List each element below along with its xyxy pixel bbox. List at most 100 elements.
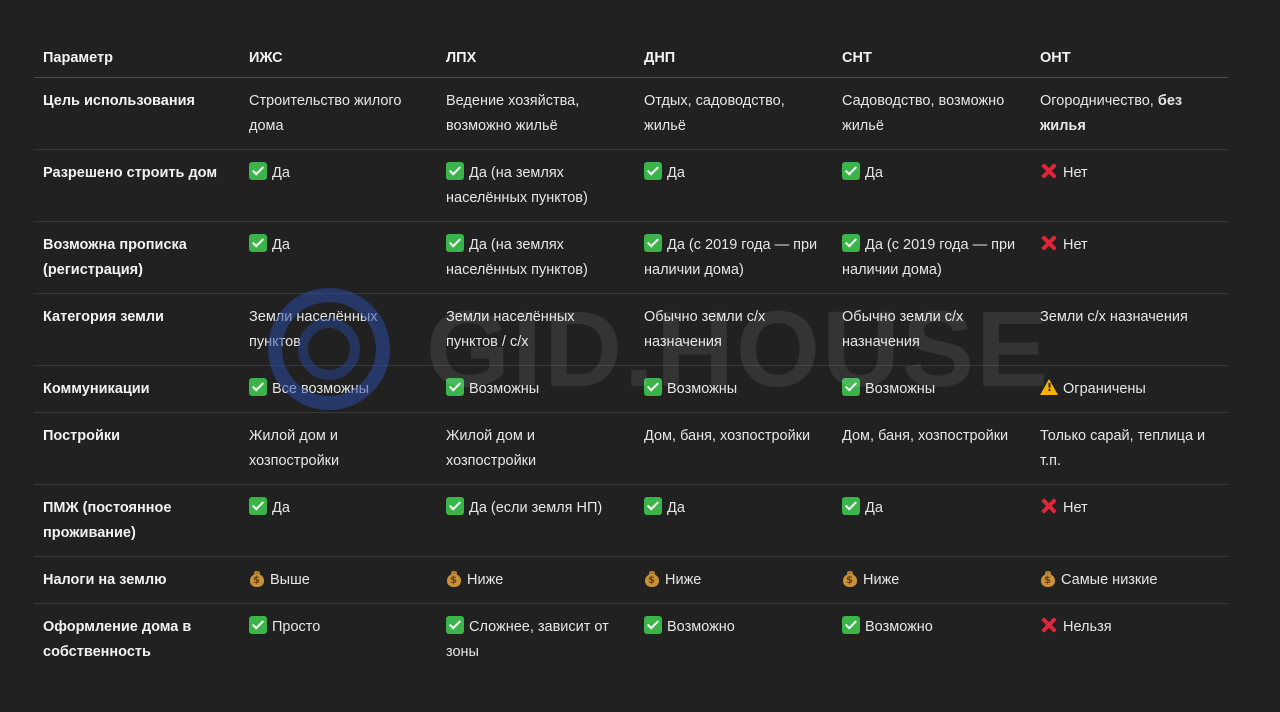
cell-text: Возможны xyxy=(865,381,936,397)
check-icon xyxy=(249,378,267,396)
cell-text: Нет xyxy=(1063,237,1088,253)
cell-text: Ниже xyxy=(467,572,504,588)
cell-izhs: Земли населённых пунктов xyxy=(240,293,437,366)
table-row: Цель использования Строительство жилого д… xyxy=(34,77,1228,150)
check-icon xyxy=(644,162,662,180)
header-cell-dnp: ДНП xyxy=(635,38,833,78)
cell-text: Нет xyxy=(1063,165,1088,181)
cell-text: Возможны xyxy=(469,381,540,397)
cell-text: Строительство жилого дома xyxy=(249,93,402,134)
row-parameter-label: ПМЖ (постоянное проживание) xyxy=(34,484,240,557)
cell-dnp: Обычно земли с/х назначения xyxy=(635,293,833,366)
table-row: Возможна прописка (регистрация) Да Да (на … xyxy=(34,221,1228,294)
cell-text: Ниже xyxy=(665,572,702,588)
header-row: Параметр ИЖС ЛПХ ДНП СНТ ОНТ xyxy=(34,38,1228,78)
check-icon xyxy=(644,234,662,252)
cell-snt: Возможны xyxy=(833,365,1031,413)
cell-text: Земли населённых пунктов xyxy=(249,309,378,350)
cell-izhs: Да xyxy=(240,221,437,294)
check-icon xyxy=(446,616,464,634)
comparison-table: Параметр ИЖС ЛПХ ДНП СНТ ОНТ Цель исполь… xyxy=(34,38,1228,675)
cell-text: Да xyxy=(272,500,290,516)
cell-text: Дом, баня, хозпостройки xyxy=(842,428,1009,444)
check-icon xyxy=(842,162,860,180)
cell-ont: Нельзя xyxy=(1031,604,1228,676)
row-parameter-label: Налоги на землю xyxy=(34,556,240,604)
row-parameter-label: Оформление дома в собственность xyxy=(43,619,192,660)
check-icon xyxy=(446,378,464,396)
cell-text: Да xyxy=(865,500,883,516)
header-cell-lph: ЛПХ xyxy=(437,38,635,78)
cell-text: Да (с 2019 года — при наличии дома) xyxy=(644,237,818,278)
cell-dnp: Отдых, садоводство, жильё xyxy=(635,77,833,150)
check-icon xyxy=(842,616,860,634)
check-icon xyxy=(842,234,860,252)
warning-icon xyxy=(1040,379,1058,395)
table-row: ПМЖ (постоянное проживание) Да Да (если зе… xyxy=(34,484,1228,557)
cell-text: Да (на землях населённых пунктов) xyxy=(446,237,588,278)
cross-icon xyxy=(1040,234,1058,252)
cell-text: Нельзя xyxy=(1063,619,1112,635)
table-row: Разрешено строить дом Да Да (на землях нас… xyxy=(34,149,1228,222)
cell-lph: Возможны xyxy=(437,365,635,413)
cell-dnp: Да xyxy=(635,484,833,557)
cell-text: Самые низкие xyxy=(1061,572,1158,588)
cell-text: Да xyxy=(667,500,685,516)
cell-text: Отдых, садоводство, жильё xyxy=(644,93,785,134)
cell-text: Ведение хозяйства, возможно жильё xyxy=(446,93,580,134)
cell-text: Только сарай, теплица и т.п. xyxy=(1040,428,1206,469)
cell-text: Ниже xyxy=(863,572,900,588)
cell-snt: Да (с 2019 года — при наличии дома) xyxy=(833,221,1031,294)
cell-text: Сложнее, зависит от зоны xyxy=(446,619,609,660)
cell-text: Да xyxy=(865,165,883,181)
check-icon xyxy=(446,162,464,180)
cell-text: Дом, баня, хозпостройки xyxy=(644,428,811,444)
cell-text: Да xyxy=(667,165,685,181)
cell-izhs: Все возможны xyxy=(240,365,437,413)
cell-text: Да xyxy=(272,165,290,181)
cell-lph: Да (на землях населённых пунктов) xyxy=(437,221,635,294)
row-parameter-label: Разрешено строить дом xyxy=(34,149,240,222)
money-bag-icon: $ xyxy=(842,570,858,587)
cell-izhs: $ Выше xyxy=(240,556,437,604)
cross-icon xyxy=(1040,616,1058,634)
row-parameter-label: Категория земли xyxy=(34,293,240,366)
cell-text: Просто xyxy=(272,619,321,635)
cell-text: Земли с/х назначения xyxy=(1040,309,1188,325)
cell-text: Выше xyxy=(270,572,310,588)
cell-dnp: Дом, баня, хозпостройки xyxy=(635,412,833,485)
money-bag-icon: $ xyxy=(249,570,265,587)
cell-dnp: $ Ниже xyxy=(635,556,833,604)
money-bag-icon: $ xyxy=(1040,570,1056,587)
cell-lph: Да (если земля НП) xyxy=(437,484,635,557)
cell-text: Возможно xyxy=(865,619,933,635)
check-icon xyxy=(446,234,464,252)
cell-lph: Сложнее, зависит от зоны xyxy=(437,604,635,676)
cell-text: Обычно земли с/х назначения xyxy=(842,309,964,350)
cell-text: Все возможны xyxy=(272,381,370,397)
row-parameter-label: Постройки xyxy=(34,412,240,485)
cell-izhs: Строительство жилого дома xyxy=(240,77,437,150)
check-icon xyxy=(644,616,662,634)
table-row: Постройки Жилой дом и хозпостройки Жилой д… xyxy=(34,412,1228,485)
cell-text: Возможно xyxy=(667,619,735,635)
table-row: Категория земли Земли населённых пунктов З… xyxy=(34,293,1228,366)
cell-text: Жилой дом и хозпостройки xyxy=(446,428,537,469)
check-icon xyxy=(842,497,860,515)
cell-text: Садоводство, возможно жильё xyxy=(842,93,1005,134)
header-cell-parameter: Параметр xyxy=(34,38,240,78)
cell-text: Да (с 2019 года — при наличии дома) xyxy=(842,237,1016,278)
header-cell-ont: ОНТ xyxy=(1031,38,1228,78)
cell-snt: Обычно земли с/х назначения xyxy=(833,293,1031,366)
check-icon xyxy=(842,378,860,396)
cell-ont: Нет xyxy=(1031,484,1228,557)
cell-lph: Земли населённых пунктов / с/х xyxy=(437,293,635,366)
cell-ont: Нет xyxy=(1031,221,1228,294)
cell-dnp: Возможны xyxy=(635,365,833,413)
cell-izhs: Жилой дом и хозпостройки xyxy=(240,412,437,485)
cell-lph: Ведение хозяйства, возможно жильё xyxy=(437,77,635,150)
table-row: Оформление дома в собственность Просто Сло… xyxy=(34,604,1228,676)
table-body: Цель использования Строительство жилого д… xyxy=(34,77,1228,676)
header-cell-snt: СНТ xyxy=(833,38,1031,78)
check-icon xyxy=(644,497,662,515)
